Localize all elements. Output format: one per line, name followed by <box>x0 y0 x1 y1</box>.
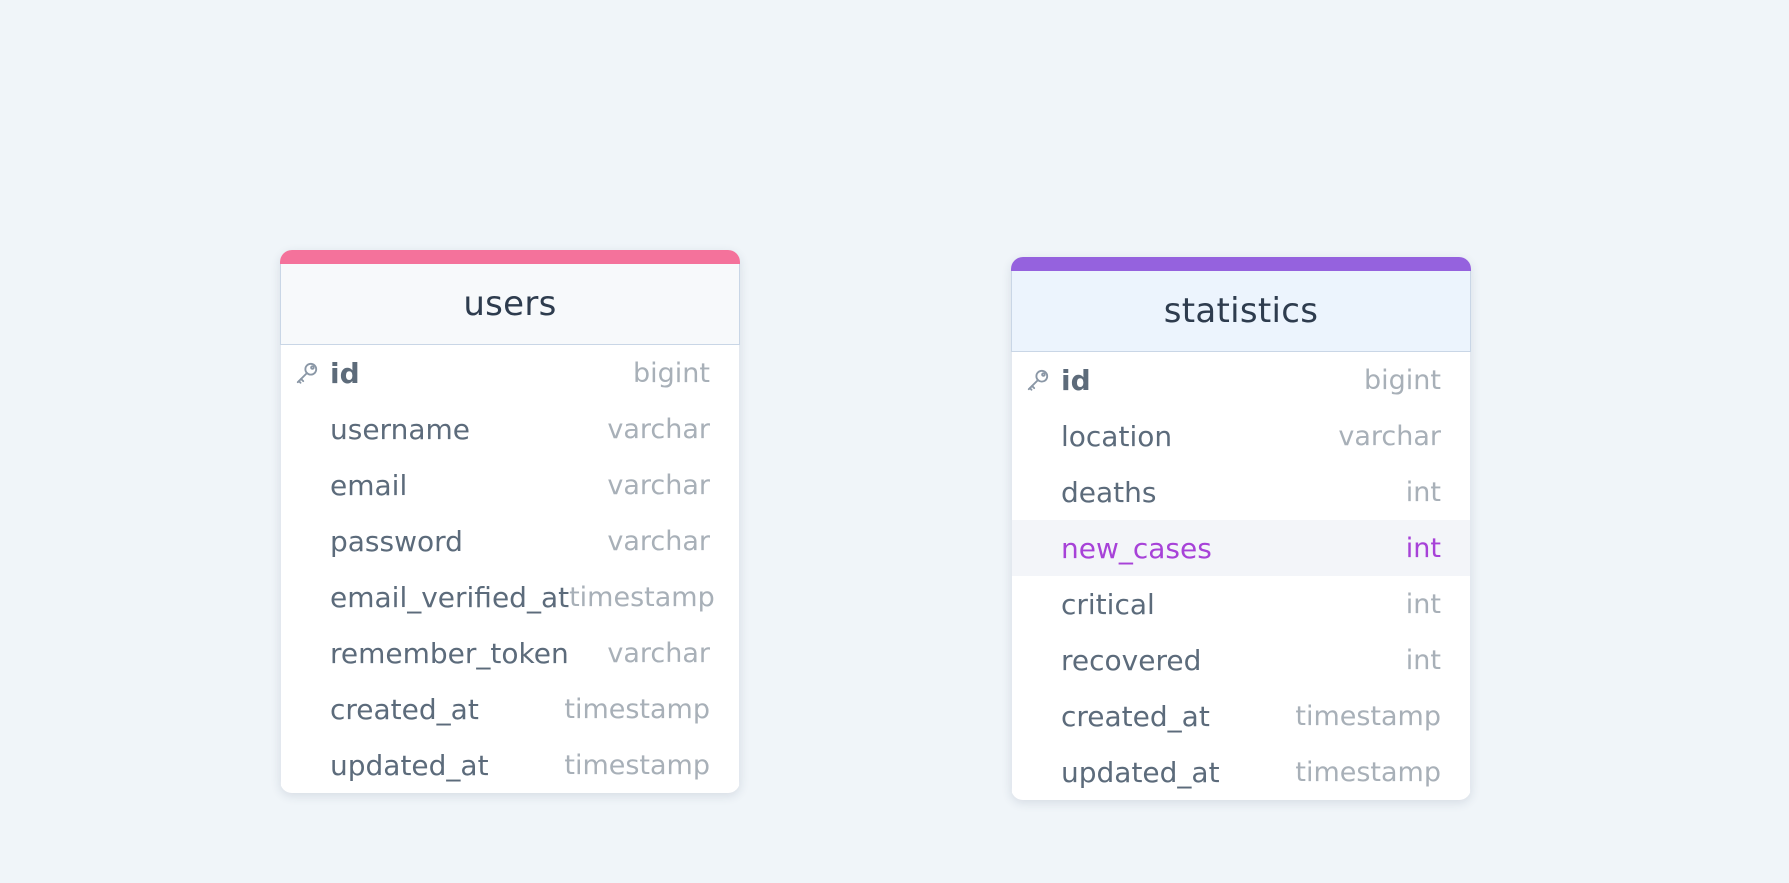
row-icon-slot <box>1025 530 1061 566</box>
table-row[interactable]: id bigint <box>1012 352 1470 408</box>
column-name: password <box>330 524 463 558</box>
table-row[interactable]: username varchar <box>281 401 739 457</box>
column-type: timestamp <box>564 749 710 781</box>
table-accent-bar <box>280 250 740 264</box>
table-row[interactable]: critical int <box>1012 576 1470 632</box>
row-icon-slot <box>1025 586 1061 622</box>
column-type: int <box>1405 532 1441 564</box>
table-accent-bar <box>1011 257 1471 271</box>
row-icon-slot <box>1025 418 1061 454</box>
table-row[interactable]: remember_token varchar <box>281 625 739 681</box>
column-name: recovered <box>1061 643 1202 677</box>
column-name: remember_token <box>330 636 569 670</box>
column-type: bigint <box>633 357 710 389</box>
table-row[interactable]: location varchar <box>1012 408 1470 464</box>
row-icon-slot <box>294 523 330 559</box>
table-row[interactable]: deaths int <box>1012 464 1470 520</box>
table-columns: id bigint location varchar deaths int ne… <box>1011 352 1471 800</box>
column-name: updated_at <box>330 748 489 782</box>
column-type: timestamp <box>1295 756 1441 788</box>
row-icon-slot <box>294 747 330 783</box>
key-icon <box>1025 362 1061 398</box>
table-row[interactable]: email_verified_at timestamp <box>281 569 739 625</box>
table-columns: id bigint username varchar email varchar… <box>280 345 740 793</box>
table-statistics[interactable]: statistics id bigint location varchar de… <box>1011 257 1471 800</box>
column-name: email <box>330 468 408 502</box>
column-type: int <box>1405 588 1441 620</box>
table-row[interactable]: new_cases int <box>1012 520 1470 576</box>
row-icon-slot <box>1025 642 1061 678</box>
table-row[interactable]: updated_at timestamp <box>281 737 739 793</box>
row-icon-slot <box>294 691 330 727</box>
table-header[interactable]: users <box>280 264 740 345</box>
column-type: varchar <box>607 469 710 501</box>
column-type: varchar <box>607 525 710 557</box>
column-name: created_at <box>330 692 479 726</box>
column-name: location <box>1061 419 1173 453</box>
column-type: varchar <box>607 413 710 445</box>
column-type: timestamp <box>1295 700 1441 732</box>
table-row[interactable]: id bigint <box>281 345 739 401</box>
column-name: deaths <box>1061 475 1157 509</box>
column-name: username <box>330 412 470 446</box>
column-name: critical <box>1061 587 1155 621</box>
column-name: email_verified_at <box>330 580 570 614</box>
row-icon-slot <box>1025 754 1061 790</box>
column-type: varchar <box>607 637 710 669</box>
row-icon-slot <box>294 411 330 447</box>
column-type: int <box>1405 644 1441 676</box>
table-row[interactable]: created_at timestamp <box>281 681 739 737</box>
table-row[interactable]: created_at timestamp <box>1012 688 1470 744</box>
table-row[interactable]: password varchar <box>281 513 739 569</box>
table-title: statistics <box>1163 291 1319 331</box>
table-title: users <box>463 284 557 324</box>
table-row[interactable]: email varchar <box>281 457 739 513</box>
row-icon-slot <box>294 579 330 615</box>
row-icon-slot <box>1025 474 1061 510</box>
key-icon <box>294 355 330 391</box>
table-users[interactable]: users id bigint username varchar email v… <box>280 250 740 793</box>
table-header[interactable]: statistics <box>1011 271 1471 352</box>
column-type: varchar <box>1338 420 1441 452</box>
row-icon-slot <box>294 635 330 671</box>
row-icon-slot <box>1025 698 1061 734</box>
table-row[interactable]: updated_at timestamp <box>1012 744 1470 800</box>
column-name: id <box>330 356 360 390</box>
column-type: timestamp <box>569 581 715 613</box>
column-type: timestamp <box>564 693 710 725</box>
column-name: new_cases <box>1061 531 1212 565</box>
column-name: id <box>1061 363 1091 397</box>
column-name: created_at <box>1061 699 1210 733</box>
table-row[interactable]: recovered int <box>1012 632 1470 688</box>
row-icon-slot <box>294 467 330 503</box>
column-type: int <box>1405 476 1441 508</box>
column-name: updated_at <box>1061 755 1220 789</box>
column-type: bigint <box>1364 364 1441 396</box>
